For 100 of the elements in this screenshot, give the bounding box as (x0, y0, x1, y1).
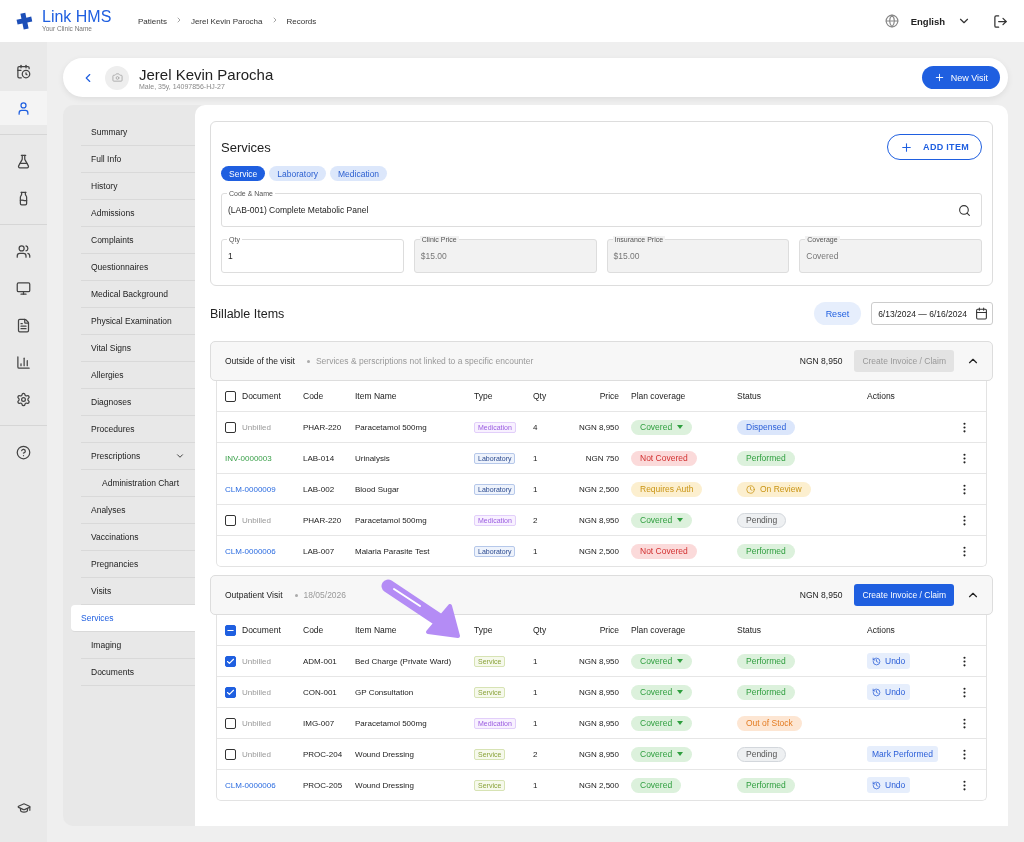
document-link[interactable]: INV-0000003 (225, 453, 272, 463)
unbilled-label: Unbilled (242, 749, 271, 759)
price-cell-text: NGN 750 (584, 453, 620, 463)
reset-button[interactable]: Reset (813, 302, 862, 325)
breadcrumb[interactable]: Jerel Kevin Parocha (190, 16, 263, 26)
new-visit-button[interactable]: New Visit (921, 66, 1000, 89)
column-header: Type (474, 625, 494, 635)
document-icon (16, 317, 31, 333)
code-cell-text: PHAR-220 (303, 422, 343, 432)
price-cell-text: NGN 2,500 (577, 484, 620, 494)
language-selector[interactable]: English (910, 15, 945, 27)
item-name-cell-text: Paracetamol 500mg (355, 422, 428, 432)
clock-icon (746, 484, 755, 494)
unbilled-label: Unbilled (242, 656, 271, 666)
date-range-field[interactable]: 6/13/2024 — 6/16/2024 (871, 302, 993, 325)
document-link[interactable]: CLM-0000006 (225, 780, 276, 790)
code-cell-text: LAB-002 (303, 484, 336, 494)
coverage-pill: Requires Auth (631, 481, 703, 497)
graduation-cap-icon (16, 801, 31, 815)
search-icon[interactable] (958, 203, 971, 217)
history-icon (872, 687, 881, 697)
separator-dot-icon (306, 359, 310, 363)
item-name-cell-text: GP Consultation (355, 687, 415, 697)
column-header: Qty (533, 391, 548, 401)
checkbox[interactable] (225, 390, 236, 402)
category-tab[interactable]: Medication (330, 166, 388, 181)
plus-icon (933, 72, 945, 83)
dropdown-caret-icon (677, 659, 684, 663)
plus-icon (900, 140, 914, 154)
status-pill: Dispensed (737, 419, 796, 435)
code-cell-text: ADM-001 (303, 656, 338, 666)
code-cell-text: PROC-205 (303, 780, 344, 790)
code-cell-text: CON-001 (303, 687, 338, 697)
column-header: Actions (867, 391, 896, 401)
group-total: NGN 8,950 (799, 356, 843, 366)
item-name-cell-text: Bed Charge (Private Ward) (355, 656, 453, 666)
breadcrumb[interactable]: Records (286, 16, 317, 26)
users-icon (16, 243, 31, 259)
undo-button[interactable]: Undo (867, 684, 911, 700)
qty-cell-text: 1 (533, 546, 539, 556)
column-header: Plan coverage (631, 391, 687, 401)
status-pill: Performed (737, 684, 795, 700)
code-cell-text: PHAR-220 (303, 515, 343, 525)
qty-cell-text: 1 (533, 656, 539, 666)
create-invoice-button[interactable]: Create Invoice / Claim (854, 584, 954, 606)
coverage-pill: Not Covered (631, 543, 697, 559)
unbilled-label: Unbilled (242, 515, 271, 525)
document-link[interactable]: CLM-0000006 (225, 546, 276, 556)
breadcrumb[interactable]: Patients (138, 16, 167, 26)
add-item-button[interactable]: ADD ITEM (887, 134, 982, 160)
code-cell-text: LAB-007 (303, 546, 336, 556)
price-cell-text: NGN 8,950 (577, 656, 620, 666)
status-pill: On Review (737, 481, 811, 497)
group-title: Outside of the visit (225, 356, 295, 366)
checkbox[interactable] (225, 624, 236, 636)
logo-icon (16, 12, 34, 30)
column-header: Status (737, 391, 763, 401)
category-tab[interactable]: Laboratory (269, 166, 326, 181)
undo-button[interactable]: Undo (867, 653, 911, 669)
document-link[interactable]: CLM-0000009 (225, 484, 276, 494)
checkbox[interactable] (225, 655, 236, 667)
check-icon (226, 687, 235, 697)
qty-cell-text: 1 (533, 718, 539, 728)
undo-button[interactable]: Undo (867, 777, 911, 793)
mark-performed-button[interactable]: Mark Performed (867, 746, 938, 762)
globe-icon (884, 14, 899, 28)
qty-cell-text: 2 (533, 515, 539, 525)
checkbox[interactable] (225, 514, 236, 526)
nav-item[interactable]: Services (71, 605, 195, 632)
check-icon (226, 656, 235, 666)
user-icon (16, 100, 31, 116)
item-name-cell-text: Malaria Parasite Test (355, 546, 431, 556)
column-header: Code (303, 625, 325, 635)
status-pill: Pending (737, 746, 787, 762)
unbilled-label: Unbilled (242, 718, 271, 728)
checkbox[interactable] (225, 717, 236, 729)
qty-cell-text: 1 (533, 780, 539, 790)
column-header: Document (242, 391, 281, 401)
patient-name: Jerel Kevin Parocha (139, 65, 275, 83)
price-cell-text: NGN 8,950 (577, 718, 620, 728)
calendar-icon[interactable] (975, 307, 988, 320)
dropdown-caret-icon (677, 721, 684, 725)
category-tab[interactable]: Service (221, 166, 266, 181)
qty-cell-text: 1 (533, 453, 539, 463)
code-cell-text: PROC-204 (303, 749, 344, 759)
calendar-clock-icon (16, 63, 31, 79)
qty-cell-text: 1 (533, 687, 539, 697)
chart-icon (16, 354, 31, 370)
checkbox[interactable] (225, 421, 236, 433)
billable-items-title: Billable Items (210, 306, 285, 321)
coverage-pill: Not Covered (631, 450, 697, 466)
item-name-cell-text: Wound Dressing (355, 749, 415, 759)
column-header: Price (598, 391, 620, 401)
coverage-pill: Covered (631, 777, 682, 793)
checkbox[interactable] (225, 686, 236, 698)
logout-icon[interactable] (993, 13, 1008, 29)
brand-name: Link HMS (42, 9, 112, 26)
code-cell-text: IMG-007 (303, 718, 336, 728)
checkbox[interactable] (225, 748, 236, 760)
column-header: Type (474, 391, 494, 401)
